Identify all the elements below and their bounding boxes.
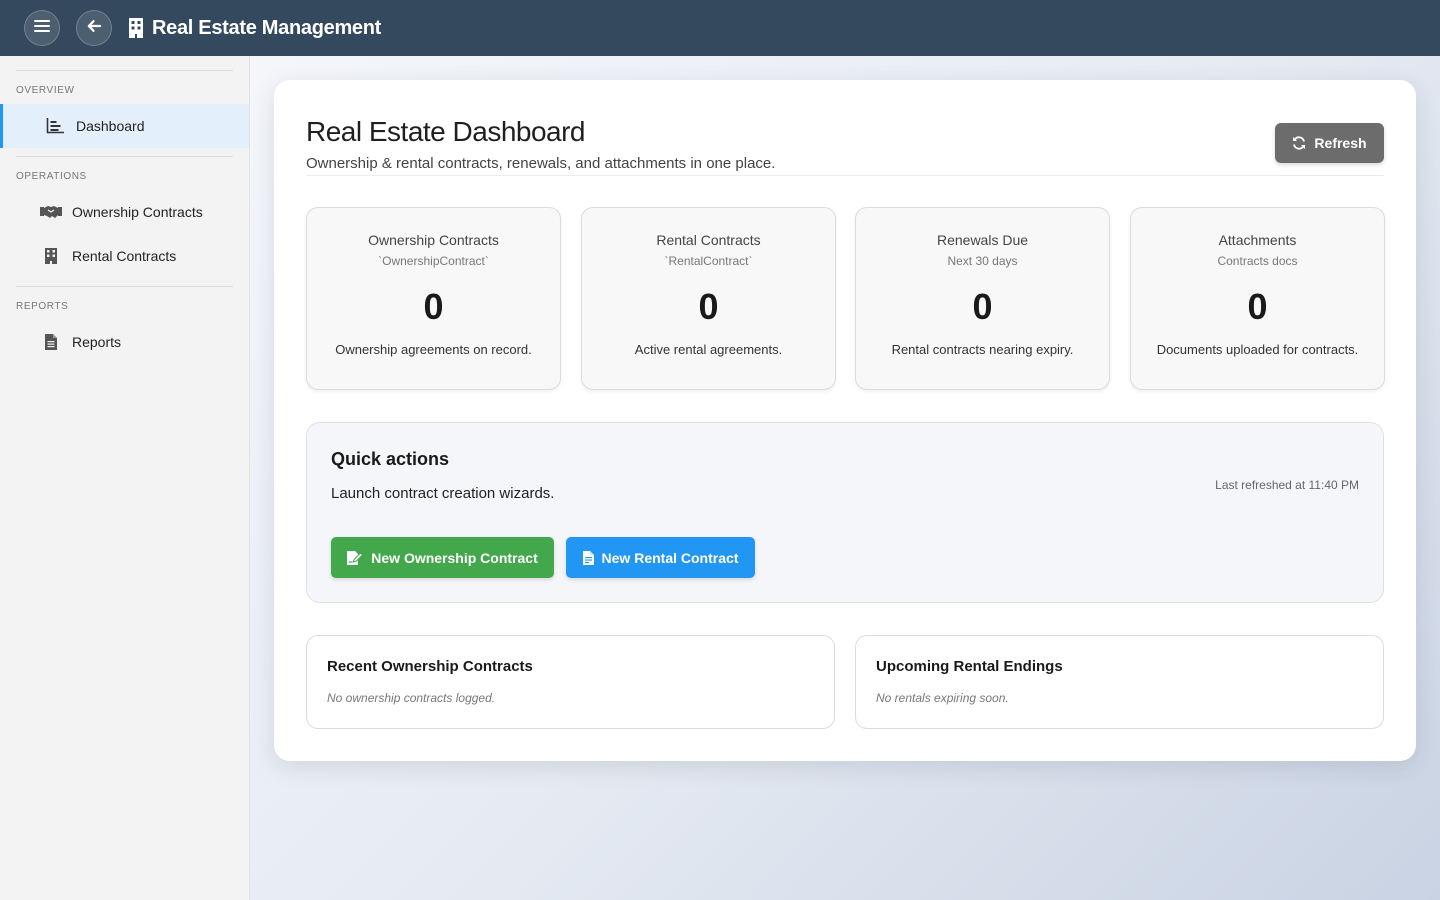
quick-actions-title: Quick actions (331, 449, 450, 469)
stat-title: Renewals Due (936, 232, 1029, 248)
building-icon (128, 18, 144, 38)
sidebar-item-label: Rental Contracts (72, 248, 177, 264)
back-button[interactable] (76, 10, 112, 46)
sidebar-section-reports: REPORTS (16, 301, 69, 312)
panel-title: Upcoming Rental Endings (876, 658, 1063, 675)
stat-subtitle: Contracts docs (1217, 254, 1298, 268)
new-rental-contract-button[interactable]: New Rental Contract (566, 537, 755, 578)
new-ownership-label: New Ownership Contract (371, 549, 538, 566)
stat-title: Rental Contracts (656, 232, 761, 248)
stat-description: Documents uploaded for contracts. (1156, 342, 1359, 357)
stat-card-rental: Rental Contracts `RentalContract` 0 Acti… (581, 207, 836, 390)
file-signature-icon (347, 550, 364, 565)
upcoming-rental-panel: Upcoming Rental Endings No rentals expir… (855, 635, 1384, 729)
stat-subtitle: `RentalContract` (664, 254, 753, 268)
new-rental-label: New Rental Contract (601, 549, 739, 566)
stat-value: 0 (423, 286, 444, 327)
menu-button[interactable] (24, 10, 60, 46)
handshake-icon (40, 205, 62, 219)
sidebar-section-operations: OPERATIONS (16, 171, 87, 182)
refresh-label: Refresh (1314, 135, 1367, 151)
sidebar: OVERVIEW Dashboard OPERATIONS Ownership … (0, 56, 250, 900)
bar-chart-icon (44, 118, 66, 134)
sidebar-item-label: Ownership Contracts (72, 204, 203, 220)
stat-description: Active rental agreements. (634, 342, 783, 357)
refresh-button[interactable]: Refresh (1275, 123, 1384, 163)
file-contract-icon (582, 550, 594, 565)
panel-title: Recent Ownership Contracts (327, 658, 533, 675)
refresh-icon (1292, 136, 1306, 150)
stat-card-attachments: Attachments Contracts docs 0 Documents u… (1130, 207, 1385, 390)
page-title: Real Estate Dashboard (306, 116, 586, 147)
building-icon (40, 248, 62, 264)
last-refreshed-text: Last refreshed at 11:40 PM (1215, 478, 1359, 492)
app-title-text: Real Estate Management (152, 16, 382, 39)
stat-description: Rental contracts nearing expiry. (891, 342, 1074, 357)
new-ownership-contract-button[interactable]: New Ownership Contract (331, 537, 554, 578)
page-subtitle: Ownership & rental contracts, renewals, … (306, 155, 776, 172)
panel-empty-message: No ownership contracts logged. (327, 691, 496, 705)
stat-value: 0 (698, 286, 719, 327)
dashboard-card: Real Estate Dashboard Ownership & rental… (274, 80, 1416, 761)
stat-value: 0 (972, 286, 993, 327)
hamburger-menu-icon (34, 19, 50, 38)
stat-card-ownership: Ownership Contracts `OwnershipContract` … (306, 207, 561, 390)
sidebar-section-overview: OVERVIEW (16, 85, 75, 96)
arrow-left-icon (86, 18, 102, 39)
sidebar-item-dashboard[interactable]: Dashboard (0, 104, 249, 148)
title-divider (306, 175, 1384, 176)
recent-ownership-panel: Recent Ownership Contracts No ownership … (306, 635, 835, 729)
top-app-bar: Real Estate Management (0, 0, 1440, 56)
stat-title: Ownership Contracts (368, 232, 499, 248)
file-icon (40, 334, 62, 350)
stat-subtitle: `OwnershipContract` (378, 254, 489, 268)
sidebar-item-rental-contracts[interactable]: Rental Contracts (0, 234, 249, 278)
quick-actions-panel: Quick actions Launch contract creation w… (306, 422, 1384, 603)
panel-empty-message: No rentals expiring soon. (876, 691, 1009, 705)
stat-value: 0 (1247, 286, 1268, 327)
app-title: Real Estate Management (128, 17, 381, 40)
quick-actions-subtitle: Launch contract creation wizards. (331, 485, 555, 502)
sidebar-item-label: Reports (72, 334, 122, 350)
sidebar-item-ownership-contracts[interactable]: Ownership Contracts (0, 190, 249, 234)
sidebar-item-label: Dashboard (76, 118, 145, 134)
stat-subtitle: Next 30 days (947, 254, 1018, 268)
stat-title: Attachments (1218, 232, 1297, 248)
sidebar-item-reports[interactable]: Reports (0, 320, 249, 364)
stat-description: Ownership agreements on record. (335, 342, 532, 357)
stat-card-renewals: Renewals Due Next 30 days 0 Rental contr… (855, 207, 1110, 390)
